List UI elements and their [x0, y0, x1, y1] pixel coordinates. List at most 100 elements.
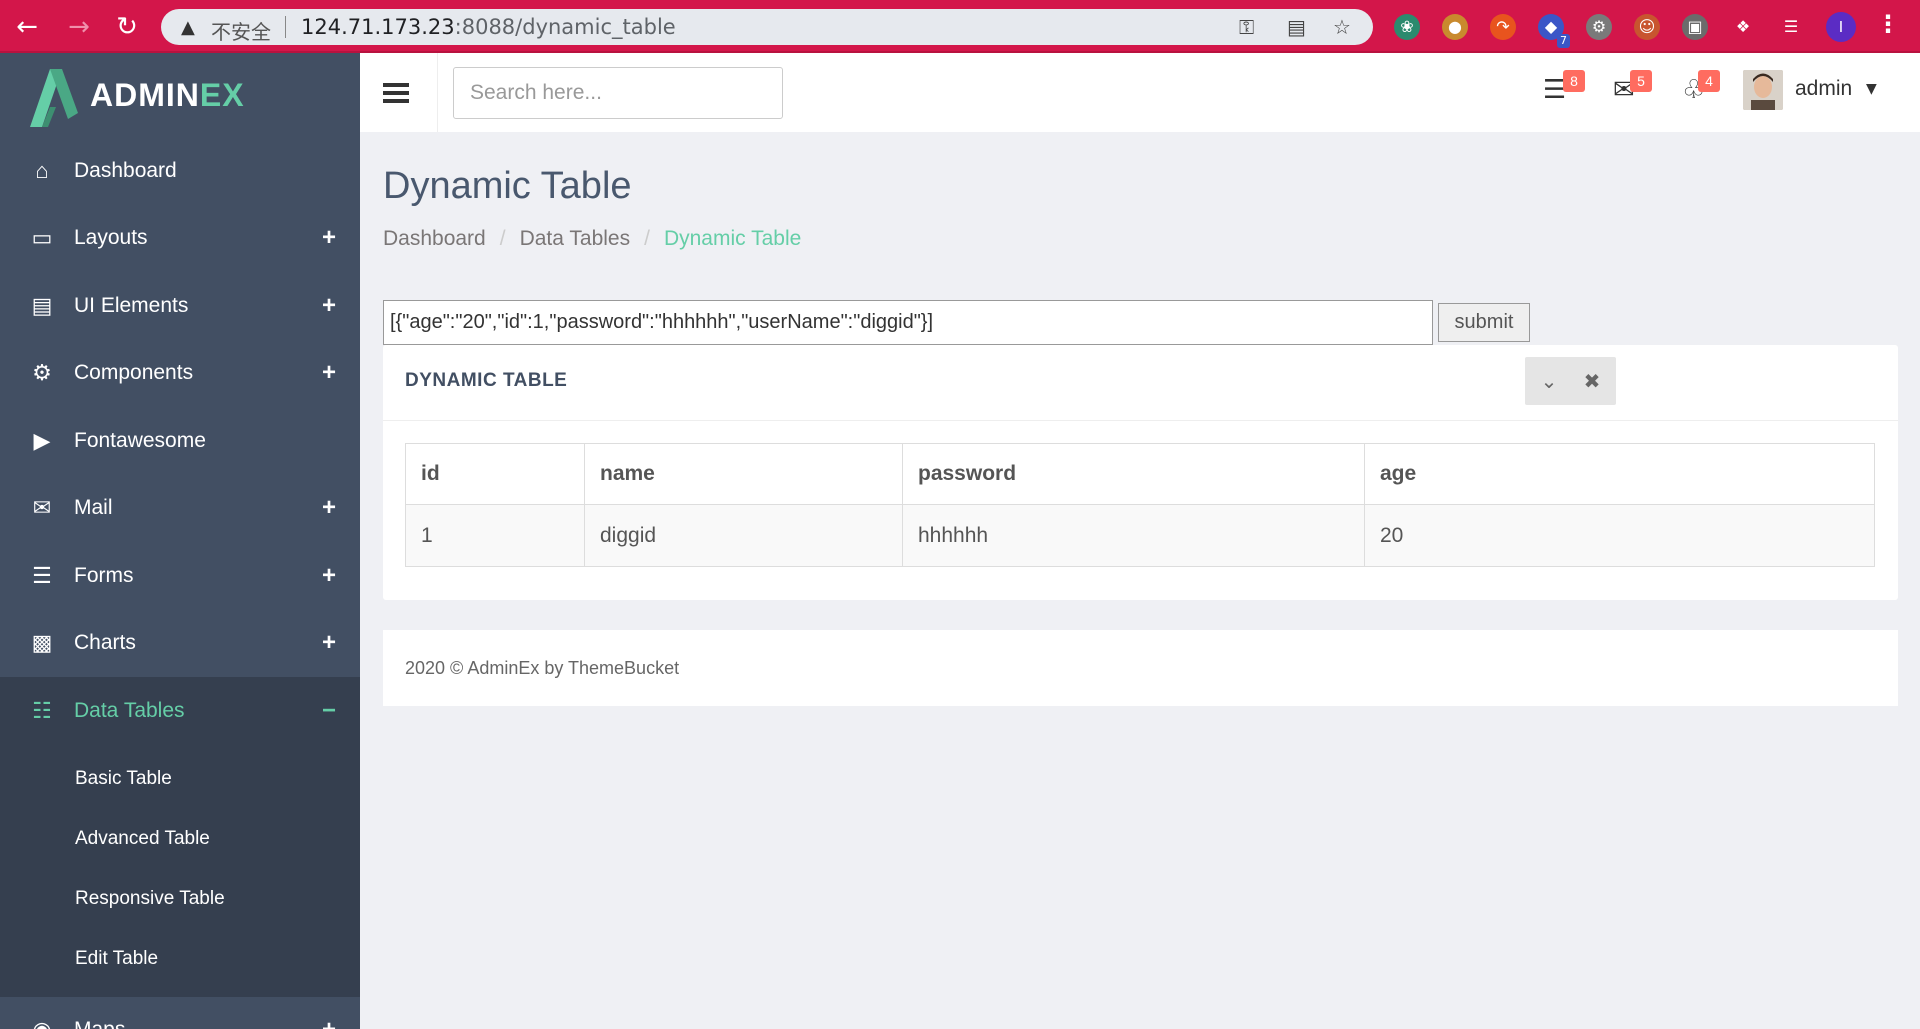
breadcrumb-item-data-tables[interactable]: Data Tables [520, 227, 631, 250]
expand-icon: + [321, 291, 336, 319]
table-row: 1 diggid hhhhhh 20 [405, 504, 1875, 567]
sidebar-item-fontawesome[interactable]: ▶ Fontawesome [0, 407, 360, 475]
star-icon[interactable]: ☆ [1333, 15, 1351, 39]
url-path: :8088/dynamic_table [454, 15, 676, 39]
column-header-age: age [1364, 443, 1875, 505]
sidebar-item-label: Dashboard [74, 158, 177, 182]
expand-icon: + [322, 1016, 336, 1029]
sidebar-item-label: Mail [74, 496, 113, 520]
envelope-icon: ✉ [32, 495, 52, 521]
browser-menu-icon[interactable]: ⋮ [1876, 10, 1900, 38]
logo-text-main: ADMIN [90, 77, 200, 113]
footer-text: 2020 © AdminEx by ThemeBucket [405, 658, 680, 678]
page-title: Dynamic Table [383, 165, 632, 207]
expand-icon: + [321, 629, 336, 657]
sidebar-item-layouts[interactable]: ▭ Layouts + [0, 205, 360, 273]
key-icon[interactable]: ⚿ [1239, 15, 1254, 39]
bullhorn-icon: ▶ [33, 427, 51, 453]
column-header-password: password [902, 443, 1365, 505]
column-header-name: name [584, 443, 903, 505]
extension-monkey-icon[interactable]: ☺ [1634, 14, 1660, 40]
sidebar-item-mail[interactable]: ✉ Mail + [0, 475, 360, 543]
extension-badge: 7 [1557, 34, 1570, 48]
sidebar-item-ui-elements[interactable]: ▤ UI Elements + [0, 272, 360, 340]
sidebar-item-forms[interactable]: ☰ Forms + [0, 542, 360, 610]
sidebar-item-label: Maps [74, 1018, 125, 1029]
submenu-item-basic-table[interactable]: Basic Table [0, 749, 360, 809]
close-icon[interactable]: ✖ [1568, 357, 1616, 405]
sidebar-item-label: Fontawesome [74, 428, 206, 452]
sidebar-item-label: Charts [74, 631, 136, 655]
puzzle-icon[interactable]: ❖ [1730, 14, 1756, 40]
logo-mark-icon [30, 69, 78, 127]
home-icon: ⌂ [35, 157, 49, 183]
cell-age: 20 [1364, 504, 1875, 567]
footer: 2020 © AdminEx by ThemeBucket [383, 630, 1898, 706]
laptop-icon: ▭ [31, 225, 53, 251]
cell-name: diggid [584, 504, 903, 567]
map-marker-icon: ◉ [28, 1017, 56, 1029]
address-bar[interactable]: ▲ 不安全 124.71.173.23:8088/dynamic_table ⚿… [161, 9, 1373, 45]
avatar[interactable] [1743, 70, 1783, 110]
sidebar: ADMINEX ⌂ Dashboard ▭ Layouts + ▤ UI Ele… [0, 53, 360, 1029]
sidebar-item-maps[interactable]: ◉ Maps + [0, 997, 360, 1029]
sidebar-item-label: Components [74, 361, 194, 385]
sidebar-item-label: Forms [74, 563, 134, 587]
forward-icon[interactable]: → [62, 10, 96, 44]
expand-icon: + [321, 359, 336, 387]
menu-toggle-icon[interactable] [360, 53, 438, 132]
submenu-item-responsive-table[interactable]: Responsive Table [0, 869, 360, 929]
chevron-down-icon[interactable]: ⌄ [1525, 357, 1573, 405]
logo-text: ADMINEX [90, 77, 245, 114]
expand-icon: + [321, 224, 336, 252]
collapse-icon: − [321, 696, 336, 724]
panel-title: DYNAMIC TABLE [405, 370, 568, 391]
extension-screen-icon[interactable]: ▣ [1682, 14, 1708, 40]
extension-globe-icon[interactable]: ❀ [1394, 14, 1420, 40]
extension-arrow-icon[interactable]: ↷ [1490, 14, 1516, 40]
submenu-item-edit-table[interactable]: Edit Table [0, 929, 360, 989]
mail-badge: 5 [1630, 70, 1652, 92]
extension-cube-icon[interactable]: ◆ 7 [1538, 14, 1570, 48]
caret-down-icon[interactable]: ▼ [1866, 81, 1877, 97]
user-photo-icon [1743, 70, 1783, 110]
sidebar-item-data-tables[interactable]: ☷ Data Tables − [0, 677, 360, 745]
translate-icon[interactable]: ▤ [1287, 15, 1306, 39]
search-input[interactable] [453, 67, 783, 119]
divider [285, 16, 286, 38]
data-table: id name password age 1 diggid hhhhhh 20 [405, 443, 1875, 567]
user-name[interactable]: admin [1795, 77, 1852, 101]
back-icon[interactable]: ← [10, 10, 44, 44]
tasks-icon: ☰ [32, 562, 52, 588]
breadcrumb: Dashboard / Data Tables / Dynamic Table [383, 227, 802, 250]
expand-icon: + [321, 494, 336, 522]
extension-gear-icon[interactable]: ⚙ [1586, 14, 1612, 40]
cell-password: hhhhhh [902, 504, 1365, 567]
sidebar-item-label: UI Elements [74, 293, 189, 317]
cell-id: 1 [405, 504, 585, 567]
table-icon: ☷ [32, 697, 52, 723]
book-icon: ▤ [31, 292, 53, 318]
sidebar-item-label: Layouts [74, 226, 148, 250]
json-data-input[interactable] [383, 300, 1433, 345]
notifications-badge: 4 [1698, 70, 1720, 92]
cogs-icon: ⚙ [32, 360, 52, 386]
tasks-badge: 8 [1563, 70, 1585, 92]
sidebar-item-charts[interactable]: ▩ Charts + [0, 610, 360, 678]
submenu-item-advanced-table[interactable]: Advanced Table [0, 809, 360, 869]
sidebar-item-label: Data Tables [74, 698, 185, 722]
bar-chart-icon: ▩ [31, 630, 53, 656]
sidebar-item-dashboard[interactable]: ⌂ Dashboard [0, 137, 360, 205]
insecure-label: 不安全 [211, 20, 271, 44]
url-text[interactable]: 124.71.173.23:8088/dynamic_table [301, 15, 676, 39]
media-queue-icon[interactable]: ☰ [1778, 14, 1804, 40]
profile-avatar[interactable]: I [1826, 12, 1856, 42]
reload-icon[interactable]: ↻ [110, 10, 144, 44]
breadcrumb-item-dashboard[interactable]: Dashboard [383, 227, 486, 250]
table-header-row: id name password age [405, 443, 1875, 505]
extension-cookie-icon[interactable]: ● [1442, 14, 1468, 40]
side-menu: ⌂ Dashboard ▭ Layouts + ▤ UI Elements + … [0, 137, 360, 1029]
submit-button[interactable]: submit [1438, 303, 1530, 342]
column-header-id: id [405, 443, 585, 505]
sidebar-item-components[interactable]: ⚙ Components + [0, 340, 360, 408]
